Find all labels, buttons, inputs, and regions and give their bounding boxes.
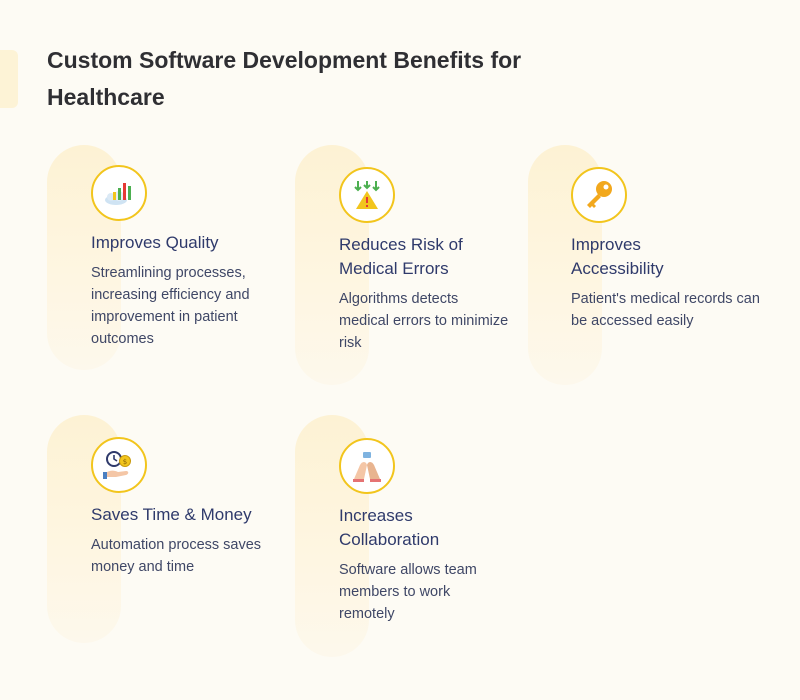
- key-icon: [571, 167, 627, 223]
- svg-text:$: $: [123, 458, 127, 466]
- quality-chart-icon: [91, 165, 147, 221]
- benefit-description: Automation process saves money and time: [91, 537, 262, 575]
- benefit-title: Increases Collaboration: [339, 506, 440, 549]
- benefit-card-reduces-risk: Reduces Risk of Medical Errors Algorithm…: [339, 167, 509, 354]
- benefit-title: Reduces Risk of Medical Errors: [339, 235, 463, 278]
- collaboration-hands-icon: [339, 438, 395, 494]
- benefit-card-improves-quality: Improves Quality Streamlining processes,…: [91, 165, 281, 350]
- warning-arrows-icon: [339, 167, 395, 223]
- decorative-block: [0, 50, 18, 108]
- benefit-description: Patient's medical records can be accesse…: [571, 291, 760, 329]
- benefit-title: Improves Quality: [91, 233, 219, 252]
- benefit-description: Streamlining processes, increasing effic…: [91, 265, 250, 347]
- clock-coin-hand-icon: $: [91, 437, 147, 493]
- benefit-title: Saves Time & Money: [91, 505, 252, 524]
- benefit-title: Improves Accessibility: [571, 235, 664, 278]
- page-title: Custom Software Development Benefits for…: [47, 47, 522, 110]
- benefit-card-saves-time-money: $ Saves Time & Money Automation process …: [91, 437, 276, 578]
- benefit-card-increases-collaboration: Increases Collaboration Software allows …: [339, 438, 509, 625]
- benefit-card-improves-accessibility: Improves Accessibility Patient's medical…: [571, 167, 761, 332]
- benefit-description: Algorithms detects medical errors to min…: [339, 291, 509, 351]
- benefit-description: Software allows team members to work rem…: [339, 562, 477, 622]
